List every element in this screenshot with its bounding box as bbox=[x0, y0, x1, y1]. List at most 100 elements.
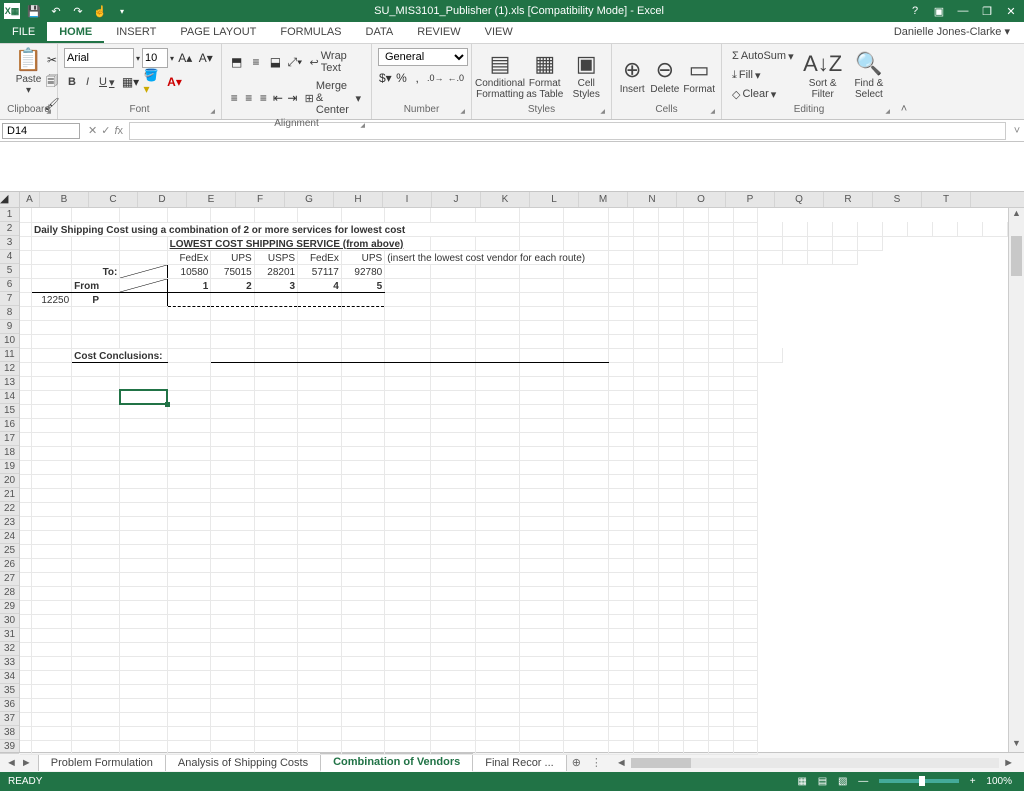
column-header-C[interactable]: C bbox=[89, 192, 138, 207]
cell-I36[interactable] bbox=[341, 698, 384, 712]
cell-O16[interactable] bbox=[608, 418, 633, 432]
cell-R17[interactable] bbox=[683, 432, 708, 446]
comma-format-icon[interactable]: , bbox=[410, 68, 424, 88]
cell-C28[interactable] bbox=[72, 586, 120, 600]
cell-C30[interactable] bbox=[72, 614, 120, 628]
cell-Q16[interactable] bbox=[658, 418, 683, 432]
cell-I3[interactable] bbox=[564, 236, 608, 250]
column-header-Q[interactable]: Q bbox=[775, 192, 824, 207]
add-sheet-icon[interactable]: ⊕ bbox=[566, 756, 587, 769]
row-header-5[interactable]: 5 bbox=[0, 264, 19, 278]
row-header-7[interactable]: 7 bbox=[0, 292, 19, 306]
cell-Q17[interactable] bbox=[658, 432, 683, 446]
cell-S30[interactable] bbox=[708, 614, 733, 628]
cell-R32[interactable] bbox=[683, 642, 708, 656]
cell-K39[interactable] bbox=[431, 740, 475, 754]
cell-B37[interactable] bbox=[32, 712, 72, 726]
cell-E28[interactable] bbox=[167, 586, 211, 600]
cell-G10[interactable] bbox=[254, 334, 297, 348]
cell-F27[interactable] bbox=[211, 572, 254, 586]
cell-R8[interactable] bbox=[683, 306, 708, 320]
cell-C27[interactable] bbox=[72, 572, 120, 586]
cell-E5[interactable]: 10580 bbox=[167, 264, 211, 278]
cell-H28[interactable] bbox=[298, 586, 342, 600]
cell-R31[interactable] bbox=[683, 628, 708, 642]
cell-C34[interactable] bbox=[72, 670, 120, 684]
cell-M38[interactable] bbox=[520, 726, 564, 740]
cell-K13[interactable] bbox=[431, 376, 475, 390]
cell-P14[interactable] bbox=[633, 390, 658, 404]
cell-E11[interactable] bbox=[211, 348, 254, 362]
cell-I28[interactable] bbox=[341, 586, 384, 600]
cell-D9[interactable] bbox=[120, 320, 167, 334]
column-header-O[interactable]: O bbox=[677, 192, 726, 207]
cell-J30[interactable] bbox=[385, 614, 431, 628]
cell-O31[interactable] bbox=[608, 628, 633, 642]
cell-J25[interactable] bbox=[385, 544, 431, 558]
cell-O36[interactable] bbox=[608, 698, 633, 712]
cell-S36[interactable] bbox=[708, 698, 733, 712]
cell-B39[interactable] bbox=[32, 740, 72, 754]
cell-J2[interactable] bbox=[733, 222, 758, 236]
cell-F21[interactable] bbox=[211, 488, 254, 502]
cell-R24[interactable] bbox=[683, 530, 708, 544]
cell-S14[interactable] bbox=[708, 390, 733, 404]
hscroll-right-icon[interactable]: ► bbox=[999, 757, 1018, 769]
cell-R15[interactable] bbox=[683, 404, 708, 418]
cell-J33[interactable] bbox=[385, 656, 431, 670]
cell-R19[interactable] bbox=[683, 460, 708, 474]
cell-H37[interactable] bbox=[298, 712, 342, 726]
cell-G35[interactable] bbox=[254, 684, 297, 698]
cell-E27[interactable] bbox=[167, 572, 211, 586]
column-header-R[interactable]: R bbox=[824, 192, 873, 207]
cell-M37[interactable] bbox=[520, 712, 564, 726]
cell-I39[interactable] bbox=[341, 740, 384, 754]
cell-A12[interactable] bbox=[20, 362, 32, 376]
cell-H8[interactable] bbox=[298, 306, 342, 320]
cell-C23[interactable] bbox=[72, 516, 120, 530]
cell-G36[interactable] bbox=[254, 698, 297, 712]
cell-O8[interactable] bbox=[608, 306, 633, 320]
cell-L12[interactable] bbox=[475, 362, 519, 376]
cell-I1[interactable] bbox=[341, 208, 384, 222]
cell-I4[interactable]: UPS bbox=[341, 250, 384, 264]
cell-R39[interactable] bbox=[683, 740, 708, 754]
cell-I38[interactable] bbox=[341, 726, 384, 740]
cell-T8[interactable] bbox=[733, 306, 758, 320]
row-header-24[interactable]: 24 bbox=[0, 530, 19, 544]
cell-E12[interactable] bbox=[167, 362, 211, 376]
cell-P26[interactable] bbox=[633, 558, 658, 572]
cell-K9[interactable] bbox=[431, 320, 475, 334]
cell-D32[interactable] bbox=[120, 642, 167, 656]
cell-E20[interactable] bbox=[167, 474, 211, 488]
cell-H39[interactable] bbox=[298, 740, 342, 754]
delete-cells-button[interactable]: ⊖Delete bbox=[650, 56, 679, 95]
cell-C25[interactable] bbox=[72, 544, 120, 558]
cell-O1[interactable] bbox=[608, 208, 633, 222]
cell-Q5[interactable] bbox=[658, 264, 683, 278]
cell-D37[interactable] bbox=[120, 712, 167, 726]
cell-P35[interactable] bbox=[633, 684, 658, 698]
cell-Q24[interactable] bbox=[658, 530, 683, 544]
cell-B36[interactable] bbox=[32, 698, 72, 712]
cell-J16[interactable] bbox=[385, 418, 431, 432]
cell-B13[interactable] bbox=[32, 376, 72, 390]
cell-A37[interactable] bbox=[20, 712, 32, 726]
cell-M26[interactable] bbox=[520, 558, 564, 572]
cell-P7[interactable] bbox=[633, 292, 658, 306]
cell-N8[interactable] bbox=[564, 306, 608, 320]
cell-C32[interactable] bbox=[72, 642, 120, 656]
cell-M18[interactable] bbox=[520, 446, 564, 460]
cell-R12[interactable] bbox=[683, 362, 708, 376]
cell-B28[interactable] bbox=[32, 586, 72, 600]
cell-E31[interactable] bbox=[167, 628, 211, 642]
cell-P10[interactable] bbox=[633, 334, 658, 348]
cell-A30[interactable] bbox=[20, 614, 32, 628]
sheet-tab-analysis[interactable]: Analysis of Shipping Costs bbox=[165, 754, 321, 771]
cell-B8[interactable] bbox=[32, 306, 72, 320]
cell-E14[interactable] bbox=[167, 390, 211, 404]
cell-O11[interactable] bbox=[633, 348, 658, 362]
cell-I23[interactable] bbox=[341, 516, 384, 530]
cell-N26[interactable] bbox=[564, 558, 608, 572]
cell-J12[interactable] bbox=[385, 362, 431, 376]
